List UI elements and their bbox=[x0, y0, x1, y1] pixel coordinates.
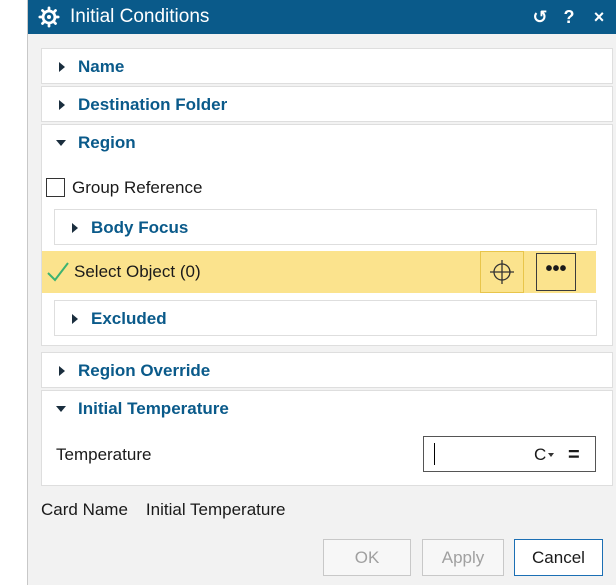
section-initial-temperature-title: Initial Temperature bbox=[78, 399, 229, 418]
section-region-override-title: Region Override bbox=[78, 361, 211, 380]
excluded-title: Excluded bbox=[91, 309, 167, 328]
body-focus-header[interactable]: Body Focus bbox=[55, 210, 596, 246]
excluded-group: Excluded bbox=[54, 300, 597, 336]
crosshair-icon[interactable] bbox=[480, 251, 524, 293]
body-focus-group: Body Focus bbox=[54, 209, 597, 245]
section-region-title: Region bbox=[78, 133, 136, 152]
formula-icon[interactable]: = bbox=[568, 437, 580, 473]
section-region-header[interactable]: Region bbox=[42, 125, 612, 161]
expand-arrow-icon bbox=[72, 314, 78, 324]
section-name-header[interactable]: Name bbox=[42, 49, 612, 85]
ok-button[interactable]: OK bbox=[323, 539, 411, 576]
title-bar[interactable]: Initial Conditions ↺ ? × bbox=[28, 0, 616, 34]
reset-icon[interactable]: ↺ bbox=[529, 4, 551, 30]
dialog-title: Initial Conditions bbox=[70, 6, 210, 27]
card-name-label: Card Name bbox=[41, 500, 128, 519]
section-initial-temperature-header[interactable]: Initial Temperature bbox=[42, 391, 612, 427]
section-destination-folder: Destination Folder bbox=[41, 86, 613, 122]
section-name-title: Name bbox=[78, 57, 125, 76]
card-name-value: Initial Temperature bbox=[145, 500, 286, 519]
close-icon[interactable]: × bbox=[588, 4, 610, 30]
apply-button[interactable]: Apply bbox=[422, 539, 504, 576]
section-destination-folder-title: Destination Folder bbox=[78, 95, 228, 114]
expand-arrow-icon bbox=[59, 62, 65, 72]
section-destination-folder-header[interactable]: Destination Folder bbox=[42, 87, 612, 123]
initial-conditions-dialog: Initial Conditions ↺ ? × Name Destinatio… bbox=[27, 0, 616, 585]
select-object-row[interactable]: Select Object (0) ••• bbox=[42, 251, 596, 293]
section-initial-temperature: Initial Temperature Temperature C = bbox=[41, 390, 613, 486]
temperature-input[interactable]: C = bbox=[423, 436, 596, 472]
card-name-row: Card Name Initial Temperature bbox=[41, 500, 303, 520]
group-reference-label: Group Reference bbox=[72, 178, 203, 197]
text-cursor bbox=[434, 443, 435, 465]
temperature-label: Temperature bbox=[56, 445, 152, 464]
expand-arrow-icon bbox=[59, 366, 65, 376]
group-reference-checkbox[interactable] bbox=[46, 178, 65, 197]
select-object-label: Select Object (0) bbox=[74, 262, 201, 281]
excluded-header[interactable]: Excluded bbox=[55, 301, 596, 337]
help-icon[interactable]: ? bbox=[558, 4, 580, 30]
checkmark-icon bbox=[47, 262, 69, 282]
collapse-arrow-icon bbox=[56, 406, 66, 412]
unit-dropdown-icon[interactable] bbox=[548, 453, 554, 457]
section-name: Name bbox=[41, 48, 613, 84]
section-region-override: Region Override bbox=[41, 352, 613, 388]
section-region-override-header[interactable]: Region Override bbox=[42, 353, 612, 389]
expand-arrow-icon bbox=[72, 223, 78, 233]
section-region: Region Group Reference Body Focus Select… bbox=[41, 124, 613, 346]
expand-arrow-icon bbox=[59, 100, 65, 110]
collapse-arrow-icon bbox=[56, 140, 66, 146]
gear-icon bbox=[38, 6, 60, 28]
body-focus-title: Body Focus bbox=[91, 218, 189, 237]
cancel-button[interactable]: Cancel bbox=[514, 539, 603, 576]
unit-selector[interactable]: C bbox=[534, 437, 546, 473]
more-options-button[interactable]: ••• bbox=[536, 253, 576, 291]
